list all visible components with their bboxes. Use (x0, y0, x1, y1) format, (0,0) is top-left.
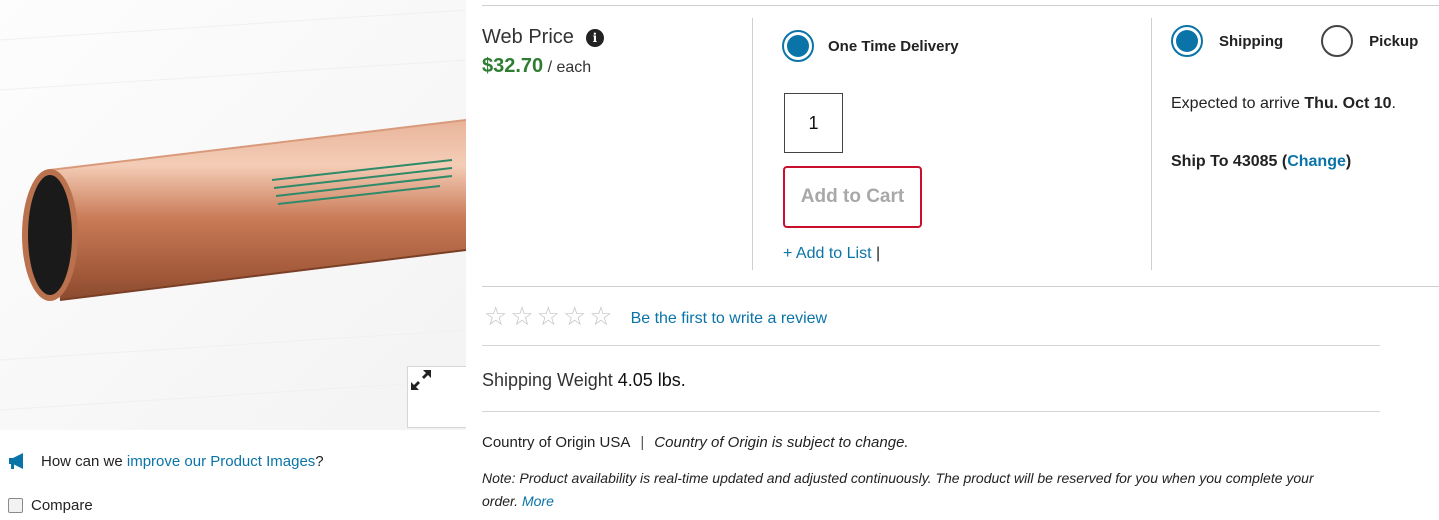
origin-separator: | (640, 434, 645, 451)
quantity-input[interactable]: 1 (784, 93, 843, 153)
shipping-option[interactable]: Shipping (1171, 25, 1283, 57)
star-icon: ☆ (562, 301, 587, 331)
add-to-cart-button[interactable]: Add to Cart (783, 166, 922, 228)
image-feedback-text: How can we improve our Product Images? (41, 452, 324, 470)
price-unit: / each (543, 59, 592, 76)
megaphone-icon (9, 453, 23, 469)
expand-arrows-icon (411, 370, 431, 390)
price-block: Web Price i $32.70 / each (482, 26, 604, 78)
info-icon[interactable]: i (585, 28, 604, 47)
star-rating: ☆ ☆ ☆ ☆ ☆ (484, 303, 613, 329)
pickup-label: Pickup (1369, 32, 1419, 50)
country-of-origin: Country of Origin USA | Country of Origin … (482, 434, 909, 451)
expand-image-button[interactable] (407, 366, 466, 428)
one-time-delivery-option[interactable]: One Time Delivery (782, 30, 959, 62)
expected-arrival: Expected to arrive Thu. Oct 10. (1171, 95, 1396, 112)
divider (482, 411, 1380, 412)
star-icon: ☆ (484, 301, 508, 331)
star-icon: ☆ (536, 301, 560, 331)
price-value: $32.70 (482, 55, 544, 77)
top-divider (482, 5, 1439, 6)
add-to-list-row: + Add to List | (783, 245, 880, 263)
compare-checkbox[interactable]: Compare (8, 497, 93, 514)
checkbox-icon[interactable] (8, 498, 23, 513)
availability-note: Note: Product availability is real-time … (482, 470, 1314, 509)
column-divider (752, 18, 753, 270)
pickup-option[interactable]: Pickup (1321, 25, 1418, 57)
more-link[interactable]: More (522, 493, 554, 509)
add-to-list-link[interactable]: + Add to List (783, 245, 872, 262)
reviews-row: ☆ ☆ ☆ ☆ ☆ Be the first to write a review (484, 303, 827, 329)
arrival-date: Thu. Oct 10 (1304, 95, 1392, 112)
list-separator: | (871, 245, 881, 262)
shipping-label: Shipping (1219, 32, 1284, 50)
image-feedback: How can we improve our Product Images? (7, 452, 324, 470)
ship-to: Ship To 43085 (Change) (1171, 153, 1352, 170)
compare-label: Compare (31, 497, 93, 514)
price-label: Web Price (482, 26, 574, 48)
purchase-divider (482, 286, 1439, 287)
radio-selected-icon[interactable] (1171, 25, 1203, 57)
radio-unselected-icon[interactable] (1321, 25, 1354, 57)
divider (482, 345, 1380, 346)
radio-selected-icon[interactable] (782, 30, 814, 62)
star-icon: ☆ (510, 301, 534, 331)
improve-images-link[interactable]: improve our Product Images (127, 453, 315, 470)
column-divider (1151, 18, 1152, 270)
product-image-panel[interactable] (0, 0, 466, 430)
origin-note: Country of Origin is subject to change. (654, 434, 909, 451)
weight-value: 4.05 lbs. (617, 370, 686, 390)
delivery-option-label: One Time Delivery (828, 37, 959, 55)
change-zip-link[interactable]: Change (1287, 153, 1346, 170)
shipping-weight: Shipping Weight 4.05 lbs. (482, 370, 686, 390)
origin-label: Country of Origin USA (482, 434, 631, 451)
product-image (0, 0, 466, 430)
star-icon: ☆ (589, 301, 613, 331)
write-review-link[interactable]: Be the first to write a review (631, 310, 828, 328)
fulfillment-options: Shipping Pickup (1171, 25, 1418, 57)
